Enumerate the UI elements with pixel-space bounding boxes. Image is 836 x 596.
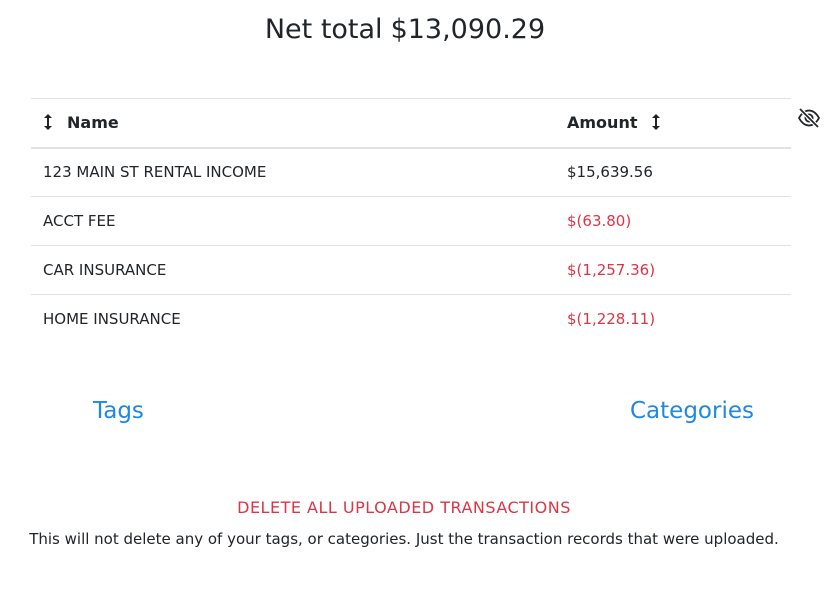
sort-arrows-icon[interactable] bbox=[651, 113, 661, 131]
table-row[interactable]: CAR INSURANCE $(1,257.36) bbox=[31, 246, 791, 295]
net-total-label: Net total bbox=[264, 14, 383, 45]
table-body: 123 MAIN ST RENTAL INCOME $15,639.56 ACC… bbox=[31, 148, 791, 344]
eye-slash-icon[interactable] bbox=[797, 107, 821, 129]
categories-link[interactable]: Categories bbox=[630, 398, 754, 424]
page: Net total $13,090.29 Name Amount 123 MAI… bbox=[0, 0, 836, 596]
transactions-table: Name Amount 123 MAIN ST RENTAL INCOME $1… bbox=[31, 98, 791, 344]
row-name: CAR INSURANCE bbox=[43, 261, 167, 279]
table-row[interactable]: ACCT FEE $(63.80) bbox=[31, 197, 791, 246]
tags-link[interactable]: Tags bbox=[93, 398, 144, 424]
row-name: 123 MAIN ST RENTAL INCOME bbox=[43, 163, 267, 182]
table-header: Name Amount bbox=[31, 98, 791, 148]
name-column-header[interactable]: Name bbox=[31, 99, 555, 148]
row-amount: $(1,228.11) bbox=[567, 310, 656, 329]
row-name: ACCT FEE bbox=[43, 212, 116, 230]
delete-all-transactions-button[interactable]: DELETE ALL UPLOADED TRANSACTIONS bbox=[237, 498, 571, 517]
net-total-value: $13,090.29 bbox=[390, 14, 546, 45]
row-amount: $(63.80) bbox=[567, 212, 632, 230]
delete-all-transactions-container: DELETE ALL UPLOADED TRANSACTIONS bbox=[0, 498, 808, 517]
sort-arrows-icon[interactable] bbox=[43, 113, 53, 131]
net-total-heading: Net total $13,090.29 bbox=[0, 14, 810, 45]
header-row: Name Amount bbox=[31, 98, 791, 148]
amount-column-label: Amount bbox=[567, 113, 638, 133]
row-name: HOME INSURANCE bbox=[43, 310, 181, 329]
delete-warning-note: This will not delete any of your tags, o… bbox=[29, 530, 779, 548]
row-amount: $(1,257.36) bbox=[567, 261, 656, 279]
row-amount: $15,639.56 bbox=[567, 163, 653, 182]
name-column-label: Name bbox=[67, 113, 119, 133]
table-row[interactable]: 123 MAIN ST RENTAL INCOME $15,639.56 bbox=[31, 148, 791, 197]
table-row[interactable]: HOME INSURANCE $(1,228.11) bbox=[31, 295, 791, 344]
transactions-table-wrapper: Name Amount 123 MAIN ST RENTAL INCOME $1… bbox=[31, 98, 791, 344]
amount-column-header[interactable]: Amount bbox=[555, 99, 791, 148]
